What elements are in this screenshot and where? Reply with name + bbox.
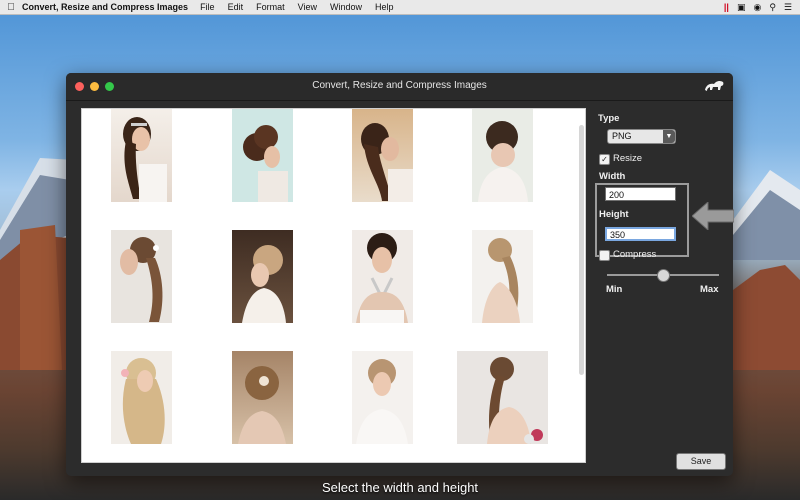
airplay-icon[interactable]: ▣ <box>737 2 746 13</box>
resize-label: Resize <box>613 153 643 164</box>
menu-view[interactable]: View <box>298 2 317 12</box>
thumbnail-2[interactable] <box>232 109 293 202</box>
compress-checkbox[interactable] <box>599 250 610 261</box>
compress-slider-knob[interactable] <box>656 269 670 282</box>
window-title: Convert, Resize and Compress Images <box>312 80 487 91</box>
width-field[interactable]: 200 <box>605 187 676 201</box>
compress-label: Compress <box>613 249 657 260</box>
resize-checkbox[interactable]: ✓ <box>599 154 610 165</box>
thumbnail-6[interactable] <box>232 230 293 323</box>
parallels-icon[interactable]: || <box>724 2 729 12</box>
thumbnail-7[interactable] <box>352 230 413 323</box>
gallery-scrollbar[interactable] <box>579 125 584 375</box>
image-gallery[interactable] <box>81 108 586 463</box>
height-label: Height <box>599 209 629 220</box>
slider-min-label: Min <box>606 284 623 295</box>
arrow-left-icon <box>692 202 734 230</box>
menu-format[interactable]: Format <box>256 2 285 12</box>
menu-help[interactable]: Help <box>375 2 394 12</box>
height-field[interactable]: 350 <box>605 227 676 241</box>
type-select-value: PNG <box>612 131 632 141</box>
notification-center-icon[interactable]: ☰ <box>784 2 792 13</box>
chevron-down-icon: ▼ <box>663 130 675 143</box>
menu-file[interactable]: File <box>200 2 215 12</box>
menu-bar:  Convert, Resize and Compress Images Fi… <box>0 0 800 15</box>
thumbnail-12[interactable] <box>457 351 548 444</box>
spotlight-icon[interactable]: ⚲ <box>769 2 776 13</box>
thumbnail-3[interactable] <box>352 109 413 202</box>
thumbnail-8[interactable] <box>472 230 533 323</box>
thumbnail-10[interactable] <box>232 351 293 444</box>
title-bar[interactable]: Convert, Resize and Compress Images <box>66 73 733 101</box>
lion-logo-icon <box>705 80 724 91</box>
thumbnail-11[interactable] <box>352 351 413 444</box>
thumbnail-1[interactable] <box>111 109 172 202</box>
menu-edit[interactable]: Edit <box>228 2 244 12</box>
thumbnail-5[interactable] <box>111 230 172 323</box>
save-button[interactable]: Save <box>676 453 726 470</box>
type-select[interactable]: PNG ▼ <box>607 129 676 144</box>
thumbnail-4[interactable] <box>472 109 533 202</box>
wifi-icon[interactable]: ◉ <box>753 2 761 13</box>
thumbnail-9[interactable] <box>111 351 172 444</box>
menu-app-name[interactable]: Convert, Resize and Compress Images <box>22 2 188 12</box>
type-label: Type <box>598 113 620 124</box>
apple-menu-icon[interactable]:  <box>0 2 22 13</box>
caption-text: Select the width and height <box>321 480 479 495</box>
slider-max-label: Max <box>700 284 719 295</box>
menu-extras: || ▣ ◉ ⚲ ☰ <box>724 2 800 13</box>
menu-window[interactable]: Window <box>330 2 362 12</box>
width-label: Width <box>599 171 626 182</box>
